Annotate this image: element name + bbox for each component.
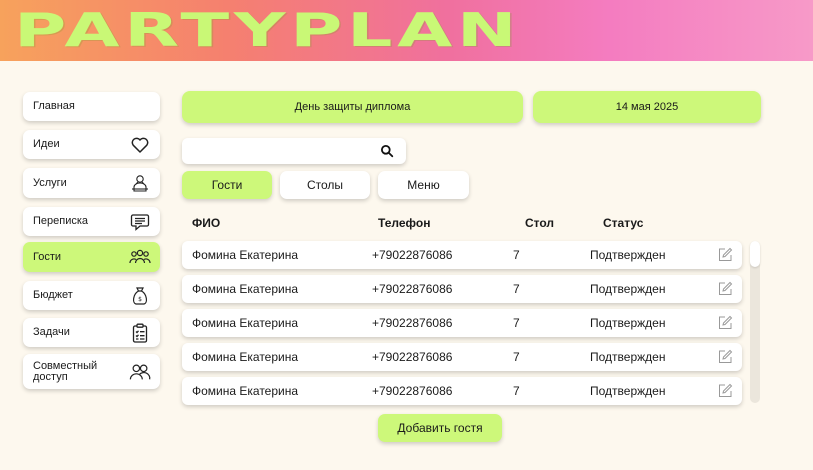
tab-tables[interactable]: Столы [280, 171, 370, 199]
sidebar-item-label: Услуги [33, 176, 67, 189]
tab-guests[interactable]: Гости [182, 171, 272, 199]
cell-table: 7 [513, 316, 520, 330]
cell-name: Фомина Екатерина [192, 350, 299, 364]
sidebar-item-shared-access[interactable]: Совместный доступ [23, 354, 160, 389]
sidebar-item-label: Совместный доступ [33, 359, 98, 383]
cell-status: Подтвержден [590, 350, 666, 364]
search-input[interactable] [182, 138, 372, 164]
cell-status: Подтвержден [590, 384, 666, 398]
sidebar-item-budget[interactable]: Бюджет $ [23, 281, 160, 310]
table-scrollbar[interactable] [750, 241, 760, 403]
edit-icon[interactable] [718, 315, 733, 330]
edit-icon[interactable] [718, 349, 733, 364]
table-row: Фомина Екатерина +79022876086 7 Подтверж… [182, 343, 742, 371]
sidebar-item-label: Идеи [33, 138, 60, 150]
sidebar-item-messages[interactable]: Переписка [23, 207, 160, 236]
search-box [182, 138, 406, 164]
sidebar-item-ideas[interactable]: Идеи [23, 130, 160, 159]
cell-name: Фомина Екатерина [192, 248, 299, 262]
sidebar-item-label: Переписка [33, 215, 89, 227]
sidebar-item-home[interactable]: Главная [23, 92, 160, 121]
chat-icon [129, 211, 151, 233]
guests-icon [129, 246, 151, 268]
sidebar-item-tasks[interactable]: Задачи [23, 318, 160, 347]
cell-name: Фомина Екатерина [192, 282, 299, 296]
edit-icon[interactable] [718, 383, 733, 398]
sidebar-item-guests[interactable]: Гости [23, 242, 160, 272]
event-name: День защиты диплома [182, 91, 523, 123]
cell-name: Фомина Екатерина [192, 316, 299, 330]
sidebar-item-label: Задачи [33, 326, 70, 338]
shared-users-icon [129, 361, 151, 383]
cell-phone: +79022876086 [372, 350, 453, 364]
search-icon[interactable] [380, 144, 394, 158]
heart-icon [129, 134, 151, 156]
cell-status: Подтвержден [590, 248, 666, 262]
column-header-status: Статус [603, 216, 644, 230]
sidebar-item-label: Бюджет [33, 289, 73, 301]
cell-table: 7 [513, 248, 520, 262]
sidebar-item-services[interactable]: Услуги [23, 168, 160, 198]
cell-status: Подтвержден [590, 282, 666, 296]
edit-icon[interactable] [718, 281, 733, 296]
add-guest-button[interactable]: Добавить гостя [378, 414, 502, 442]
column-header-table: Стол [525, 216, 555, 230]
service-icon [129, 172, 151, 194]
column-header-phone: Телефон [378, 216, 431, 230]
cell-table: 7 [513, 384, 520, 398]
checklist-icon [129, 322, 151, 344]
table-row: Фомина Екатерина +79022876086 7 Подтверж… [182, 275, 742, 303]
cell-name: Фомина Екатерина [192, 384, 299, 398]
cell-phone: +79022876086 [372, 384, 453, 398]
cell-status: Подтвержден [590, 316, 666, 330]
scrollbar-thumb[interactable] [750, 241, 760, 267]
svg-text:$: $ [138, 296, 142, 303]
header-banner: PARTYPLAN [0, 0, 813, 61]
cell-phone: +79022876086 [372, 316, 453, 330]
sidebar-item-label: Главная [33, 100, 75, 112]
cell-phone: +79022876086 [372, 282, 453, 296]
table-row: Фомина Екатерина +79022876086 7 Подтверж… [182, 241, 742, 269]
tab-menu[interactable]: Меню [378, 171, 469, 199]
event-date: 14 мая 2025 [533, 91, 761, 123]
money-bag-icon: $ [129, 285, 151, 307]
table-row: Фомина Екатерина +79022876086 7 Подтверж… [182, 309, 742, 337]
cell-phone: +79022876086 [372, 248, 453, 262]
table-row: Фомина Екатерина +79022876086 7 Подтверж… [182, 377, 742, 405]
column-header-name: ФИО [192, 216, 221, 230]
cell-table: 7 [513, 350, 520, 364]
edit-icon[interactable] [718, 247, 733, 262]
cell-table: 7 [513, 282, 520, 296]
app-logo: PARTYPLAN [14, 3, 522, 57]
sidebar-item-label: Гости [33, 250, 62, 263]
